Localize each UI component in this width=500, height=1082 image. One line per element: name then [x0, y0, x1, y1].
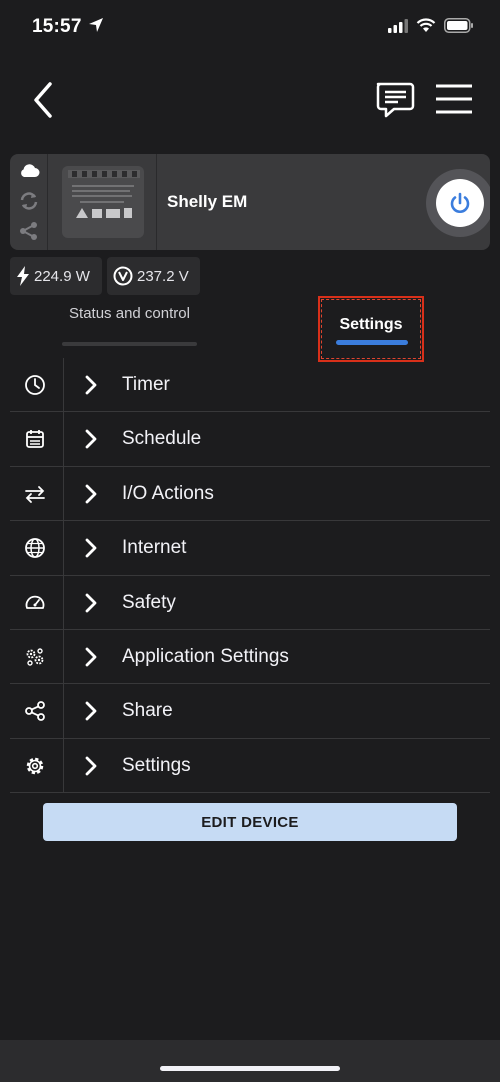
hamburger-menu-icon[interactable]: [434, 80, 474, 120]
power-button[interactable]: [436, 179, 484, 227]
calendar-icon: [26, 430, 44, 449]
power-metric: 224.9 W: [10, 257, 102, 295]
gears-icon: [26, 648, 44, 666]
bottom-bar: [0, 1040, 500, 1082]
power-value: 224.9 W: [34, 267, 90, 285]
menu-item-label: I/O Actions: [122, 482, 214, 504]
clock-icon: [25, 375, 45, 395]
divider: [63, 412, 64, 466]
tab-active-indicator: [336, 340, 408, 345]
status-bar: 15:57: [0, 0, 500, 56]
device-name: Shelly EM: [167, 192, 248, 211]
power-icon: [450, 192, 470, 213]
gauge-icon: [25, 595, 45, 609]
cloud-icon: [21, 164, 40, 177]
chevron-right-icon: [85, 538, 97, 558]
menu-item-label: Internet: [122, 537, 187, 559]
arrows-icon: [25, 485, 45, 503]
top-bar: [0, 56, 500, 144]
divider: [63, 358, 64, 412]
menu-item-label: Safety: [122, 591, 176, 613]
sync-icon: [20, 192, 38, 210]
chevron-right-icon: [85, 484, 97, 504]
gear-icon: [26, 757, 44, 774]
device-card: Shelly EM: [10, 154, 490, 250]
voltage-icon: [113, 266, 133, 286]
divider: [63, 521, 64, 575]
menu-item-internet[interactable]: Internet: [10, 521, 490, 576]
feedback-icon[interactable]: [372, 78, 416, 122]
tab-status-underline: [62, 342, 197, 346]
location-arrow-icon: [89, 18, 103, 32]
menu-item-settings[interactable]: Settings: [10, 738, 490, 794]
menu-item-label: Timer: [122, 374, 170, 395]
menu-item-io-actions[interactable]: I/O Actions: [10, 466, 490, 522]
signal-icon: [388, 18, 408, 33]
status-indicators: [388, 18, 474, 33]
menu-item-schedule[interactable]: Schedule: [10, 412, 490, 467]
voltage-metric: 237.2 V: [107, 257, 200, 295]
menu-item-label: Schedule: [122, 428, 202, 450]
settings-menu-list: Timer Schedule I/O Actions Internet Safe…: [10, 358, 490, 794]
chevron-right-icon: [85, 429, 97, 449]
chevron-right-icon: [85, 701, 97, 721]
menu-item-label: Share: [122, 700, 173, 722]
globe-icon: [25, 538, 45, 559]
menu-item-application-settings[interactable]: Application Settings: [10, 629, 490, 685]
tab-settings[interactable]: Settings: [318, 296, 424, 362]
divider: [63, 629, 64, 684]
lightning-icon: [17, 266, 29, 286]
divider: [63, 575, 64, 629]
menu-item-share[interactable]: Share: [10, 684, 490, 739]
divider: [63, 738, 64, 793]
edit-device-button[interactable]: EDIT DEVICE: [43, 803, 457, 841]
menu-item-safety[interactable]: Safety: [10, 575, 490, 630]
tab-status-and-control[interactable]: Status and control: [62, 305, 197, 322]
chevron-right-icon: [85, 375, 97, 395]
home-indicator[interactable]: [160, 1066, 340, 1071]
wifi-icon: [416, 18, 436, 32]
menu-item-timer[interactable]: Timer: [10, 358, 490, 413]
status-time: 15:57: [32, 16, 82, 37]
menu-item-label: Settings: [122, 754, 191, 776]
divider: [63, 684, 64, 738]
chevron-right-icon: [85, 756, 97, 776]
device-card-side: [10, 154, 48, 250]
tab-settings-label: Settings: [339, 316, 403, 333]
divider: [156, 154, 157, 250]
battery-icon: [444, 18, 473, 33]
chevron-right-icon: [85, 647, 97, 667]
voltage-value: 237.2 V: [137, 267, 189, 285]
chevron-right-icon: [85, 593, 97, 612]
device-image: [62, 166, 144, 238]
divider: [63, 466, 64, 521]
share-icon: [20, 222, 37, 240]
menu-item-label: Application Settings: [122, 645, 289, 667]
back-icon[interactable]: [28, 78, 62, 122]
share-icon: [25, 701, 45, 722]
